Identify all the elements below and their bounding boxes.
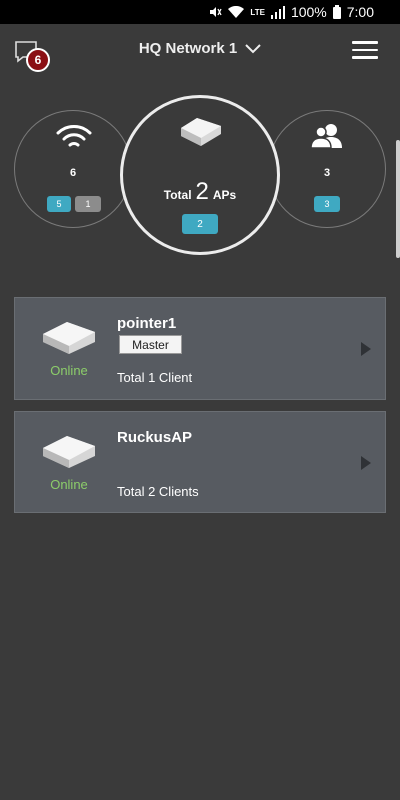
- ap-client-count: Total 2 Clients: [117, 484, 199, 499]
- network-type-label: LTE: [250, 7, 265, 17]
- chevron-right-icon: [361, 456, 371, 470]
- message-count-badge: 6: [26, 48, 50, 72]
- clients-count: 3: [323, 167, 331, 179]
- ap-name: RuckusAP: [117, 429, 193, 446]
- chevron-right-icon: [361, 342, 371, 356]
- clients-pill: 3: [314, 196, 340, 212]
- network-selector[interactable]: HQ Network 1: [0, 40, 400, 57]
- status-bar: LTE 100% 7:00: [0, 0, 400, 24]
- wireless-inactive-pill: 1: [75, 196, 101, 212]
- menu-line: [352, 41, 378, 44]
- total-ap-count: 2: [195, 178, 209, 205]
- ap-status: Online: [50, 363, 88, 378]
- wifi-icon: [56, 125, 92, 147]
- wireless-count: 6: [69, 167, 77, 179]
- ap-list-item[interactable]: Online RuckusAP Total 2 Clients: [14, 411, 386, 513]
- ap-name: pointer1: [117, 315, 177, 332]
- ap-client-count: Total 1 Client: [117, 370, 193, 385]
- access-point-icon: [181, 118, 221, 146]
- ap-unit-label: APs: [212, 188, 237, 202]
- app-header: HQ Network 1: [0, 24, 400, 78]
- users-icon: [310, 124, 342, 149]
- hamburger-menu-button[interactable]: [352, 41, 378, 59]
- access-point-icon: [43, 436, 95, 468]
- scrollbar[interactable]: [396, 140, 400, 258]
- clients-summary[interactable]: 3 3: [268, 110, 386, 228]
- ap-total-line: Total 2 APs: [123, 178, 277, 206]
- signal-icon: [270, 5, 285, 19]
- menu-line: [352, 56, 378, 59]
- battery-icon: [332, 5, 341, 19]
- master-badge: Master: [119, 335, 182, 354]
- menu-line: [352, 48, 378, 51]
- wireless-active-pill: 5: [47, 196, 71, 212]
- clock: 7:00: [346, 4, 374, 20]
- mute-icon: [208, 5, 223, 19]
- network-title: HQ Network 1: [138, 40, 238, 57]
- battery-percent: 100%: [290, 4, 327, 20]
- ap-status: Online: [50, 477, 88, 492]
- chevron-down-icon: [245, 43, 261, 53]
- wireless-summary[interactable]: 6 5 1: [14, 110, 132, 228]
- access-point-icon: [43, 322, 95, 354]
- wifi-status-icon: [228, 5, 245, 19]
- aps-online-pill: 2: [182, 214, 218, 234]
- aps-summary[interactable]: Total 2 APs 2: [120, 95, 280, 255]
- total-label: Total: [163, 188, 192, 202]
- ap-list-item[interactable]: Online pointer1 Master Total 1 Client: [14, 297, 386, 400]
